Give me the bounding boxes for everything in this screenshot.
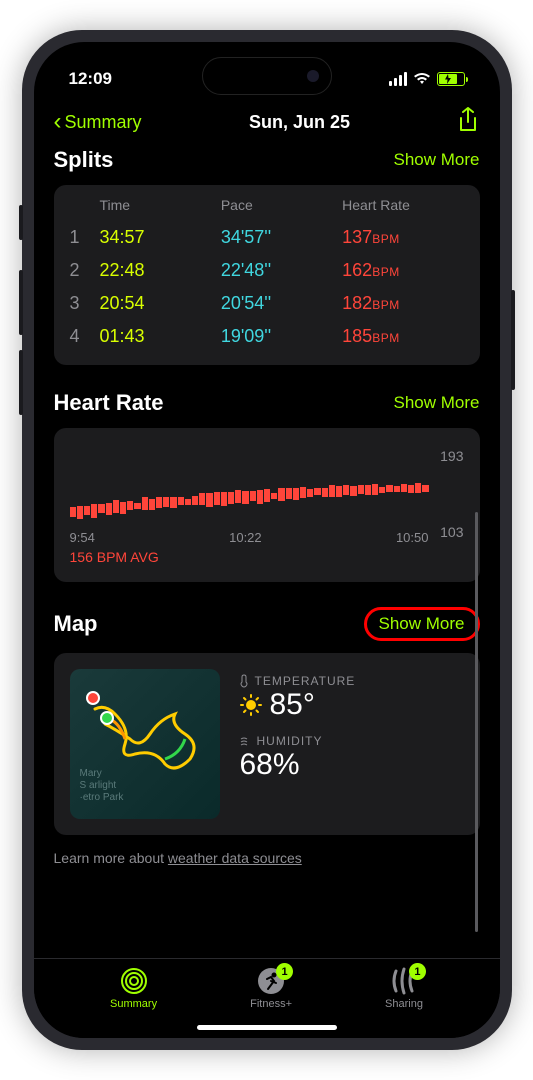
splits-row: 1 34:57 34'57'' 137BPM [70, 221, 464, 254]
splits-show-more-button[interactable]: Show More [394, 150, 480, 170]
home-indicator[interactable] [197, 1025, 337, 1030]
phone-frame: 12:09 ‹ Summary Sun, Jun 25 [22, 30, 512, 1050]
split-pace: 19'09'' [221, 326, 342, 347]
map-thumbnail[interactable]: MaryS arlight·etro Park [70, 669, 220, 819]
split-time: 22:48 [100, 260, 221, 281]
nav-bar: ‹ Summary Sun, Jun 25 [34, 97, 500, 147]
status-icons [389, 72, 465, 86]
page-title: Sun, Jun 25 [249, 112, 350, 133]
heart-rate-section: Heart Rate Show More 193 103 9:54 10:22 10… [54, 390, 480, 582]
splits-card: Time Pace Heart Rate 1 34:57 34'57'' 137… [54, 185, 480, 365]
split-hr: 185BPM [342, 326, 463, 347]
split-pace: 20'54'' [221, 293, 342, 314]
map-show-more-button[interactable]: Show More [364, 607, 480, 641]
tab-sharing[interactable]: 1 Sharing [385, 967, 423, 1010]
split-time: 20:54 [100, 293, 221, 314]
map-park-label: MaryS arlight·etro Park [80, 768, 124, 804]
split-hr: 137BPM [342, 227, 463, 248]
dynamic-island [202, 57, 332, 95]
splits-col-hr: Heart Rate [342, 197, 463, 213]
split-num: 4 [70, 326, 100, 347]
hr-max-value: 193 [440, 448, 463, 464]
weather-info: TEMPERATURE [240, 669, 464, 819]
route-end-icon [86, 691, 100, 705]
hr-min-value: 103 [440, 524, 463, 540]
signal-icon [389, 72, 407, 86]
splits-section: Splits Show More Time Pace Heart Rate 1 … [54, 147, 480, 365]
share-button[interactable] [457, 107, 479, 138]
heart-rate-card[interactable]: 193 103 9:54 10:22 10:50 156 BPM AVG [54, 428, 480, 582]
content-area[interactable]: Splits Show More Time Pace Heart Rate 1 … [34, 147, 500, 963]
splits-title: Splits [54, 147, 114, 173]
splits-row: 3 20:54 20'54'' 182BPM [70, 287, 464, 320]
humidity-value: 68% [240, 748, 464, 782]
splits-col-time: Time [100, 197, 221, 213]
tab-summary-label: Summary [110, 998, 157, 1010]
back-label: Summary [65, 112, 142, 133]
map-section: Map Show More MaryS arlight·etro Park [54, 607, 480, 866]
tab-summary[interactable]: Summary [110, 967, 157, 1010]
power-button [511, 290, 515, 390]
chevron-left-icon: ‹ [54, 108, 62, 136]
scroll-indicator[interactable] [475, 512, 478, 932]
rings-icon [120, 967, 148, 995]
split-time: 34:57 [100, 227, 221, 248]
humidity-label: HUMIDITY [240, 734, 464, 748]
heart-rate-show-more-button[interactable]: Show More [394, 393, 480, 413]
route-start-icon [100, 711, 114, 725]
split-num: 1 [70, 227, 100, 248]
battery-icon [437, 72, 465, 86]
heart-rate-title: Heart Rate [54, 390, 164, 416]
splits-row: 2 22:48 22'48'' 162BPM [70, 254, 464, 287]
status-time: 12:09 [69, 69, 112, 89]
tab-fitness[interactable]: 1 Fitness+ [250, 967, 292, 1010]
hr-time-label: 10:22 [229, 530, 262, 545]
sharing-badge: 1 [409, 963, 426, 980]
splits-row: 4 01:43 19'09'' 185BPM [70, 320, 464, 353]
split-time: 01:43 [100, 326, 221, 347]
temperature-value: 85° [240, 688, 464, 722]
split-hr: 182BPM [342, 293, 463, 314]
screen: 12:09 ‹ Summary Sun, Jun 25 [34, 42, 500, 1038]
volume-down-button [19, 350, 23, 415]
thermometer-icon [240, 674, 250, 688]
split-pace: 22'48'' [221, 260, 342, 281]
weather-data-link[interactable]: Learn more about weather data sources [54, 850, 480, 866]
hr-time-label: 9:54 [70, 530, 95, 545]
split-num: 3 [70, 293, 100, 314]
map-card[interactable]: MaryS arlight·etro Park TEMPERATURE [54, 653, 480, 835]
volume-up-button [19, 270, 23, 335]
split-hr: 162BPM [342, 260, 463, 281]
splits-col-pace: Pace [221, 197, 342, 213]
tab-fitness-label: Fitness+ [250, 998, 292, 1010]
hr-time-label: 10:50 [396, 530, 429, 545]
hr-avg-label: 156 BPM AVG [70, 549, 464, 565]
wifi-icon [413, 72, 431, 86]
mute-switch [19, 205, 23, 240]
temperature-label: TEMPERATURE [240, 674, 464, 688]
tab-sharing-label: Sharing [385, 998, 423, 1010]
heart-rate-chart: 193 103 9:54 10:22 10:50 156 BPM AVG [70, 440, 464, 570]
map-title: Map [54, 611, 98, 637]
humidity-icon [240, 735, 252, 747]
sun-icon [240, 694, 262, 716]
split-pace: 34'57'' [221, 227, 342, 248]
split-num: 2 [70, 260, 100, 281]
back-button[interactable]: ‹ Summary [54, 108, 142, 136]
fitness-badge: 1 [276, 963, 293, 980]
